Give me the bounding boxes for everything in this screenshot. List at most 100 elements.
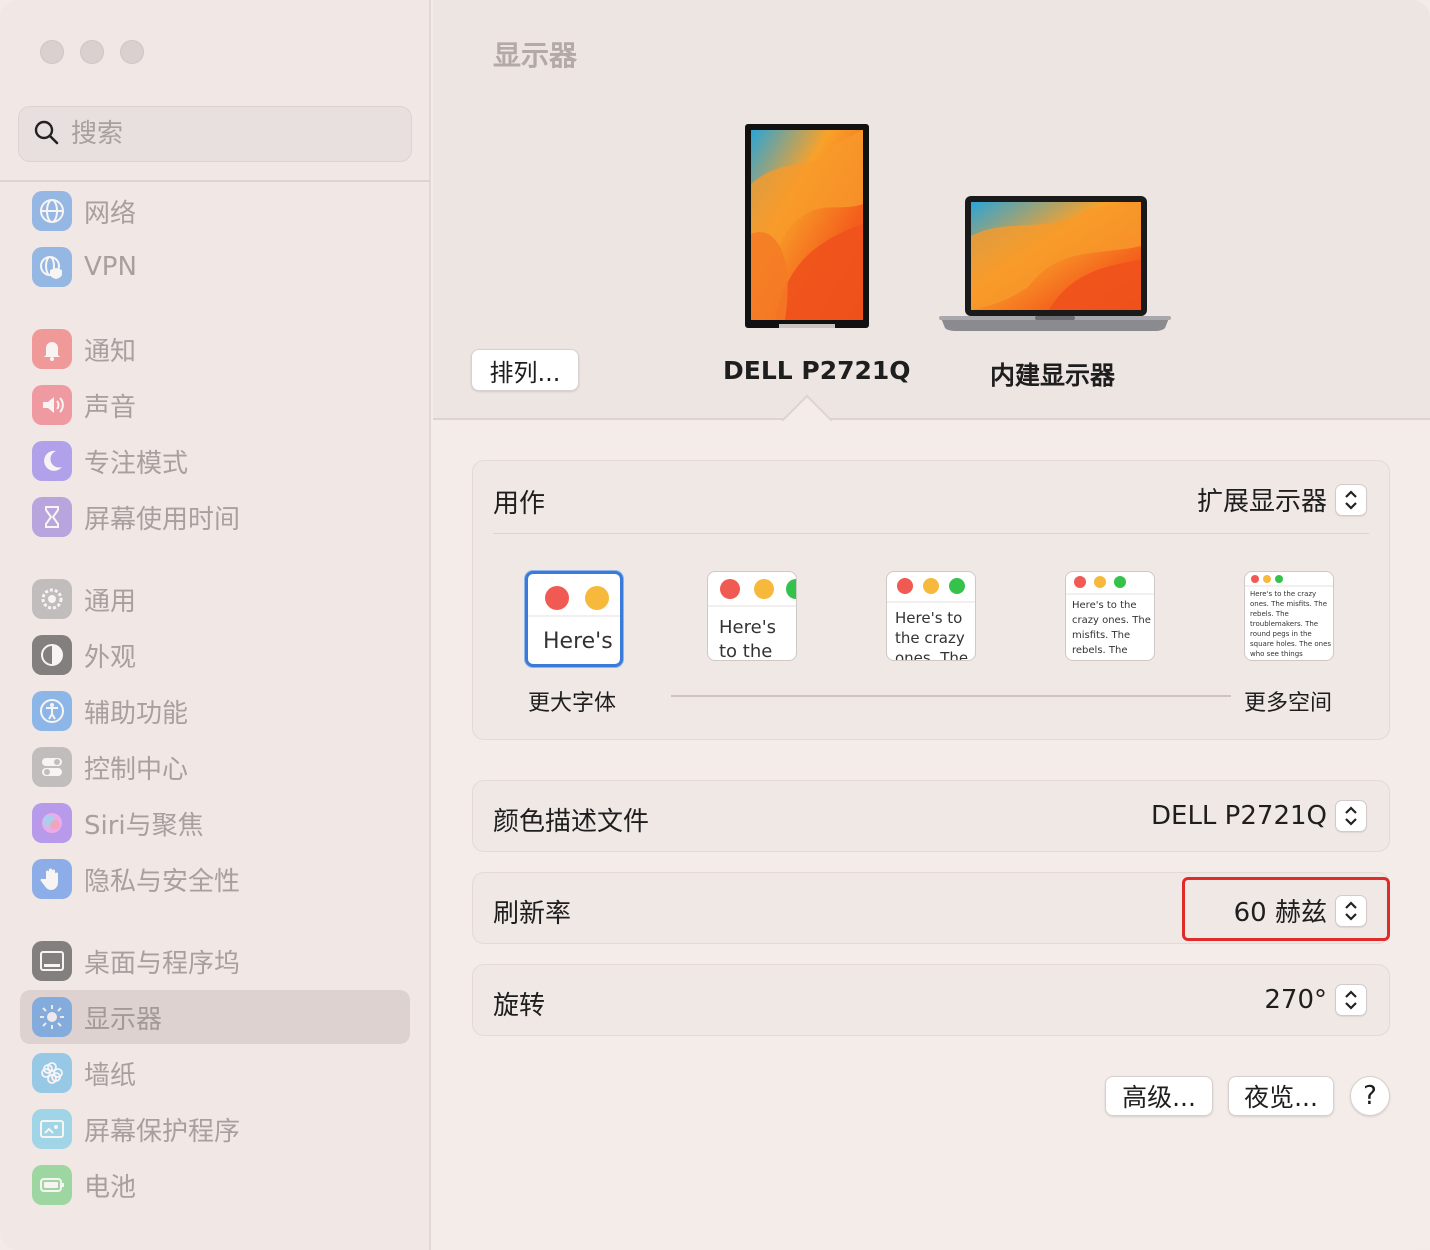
preview-text: Here's to the crazy ones. The misfits. T… — [895, 609, 969, 660]
arrange-button[interactable]: 排列... — [471, 349, 579, 391]
sidebar-item-appearance[interactable]: 外观 — [20, 628, 410, 682]
bell-icon — [32, 329, 72, 369]
macbook-image — [939, 196, 1171, 331]
up-down-chevron-icon — [1335, 800, 1367, 832]
resolution-option-1[interactable]: Here's to the crazy ones. The misfits. T… — [525, 571, 623, 667]
use-as-label: 用作 — [493, 489, 546, 519]
page-title: 显示器 — [493, 39, 578, 72]
display-name-dell[interactable]: DELL P2721Q — [723, 356, 911, 385]
accessibility-icon — [32, 691, 72, 731]
refresh-rate-value: 60 赫兹 — [1233, 898, 1327, 928]
search-input[interactable] — [71, 119, 371, 149]
dell-monitor-thumbnail[interactable] — [745, 124, 869, 328]
resolution-option-5[interactable]: Here's to the crazy ones. The misfits. T… — [1244, 571, 1334, 661]
gear-icon — [32, 579, 72, 619]
advanced-button[interactable]: 高级... — [1105, 1076, 1213, 1116]
color-profile-label: 颜色描述文件 — [493, 807, 650, 837]
card-divider — [493, 533, 1369, 534]
up-down-chevron-icon — [1335, 984, 1367, 1016]
sidebar-item-speaker[interactable]: 声音 — [20, 378, 410, 432]
sidebar-divider — [0, 180, 431, 182]
resolution-thumb: Here's to the crazy ones. The misfits. T… — [525, 571, 623, 667]
appearance-icon — [32, 635, 72, 675]
settings-window: 网络 VPN 通知声音专注模式屏幕使用时间通用外观辅助功能控制中心 Siri与聚焦隐私… — [0, 0, 1430, 1250]
sidebar-item-moon[interactable]: 专注模式 — [20, 434, 410, 488]
sidebar-item-hand[interactable]: 隐私与安全性 — [20, 852, 410, 906]
selection-pointer — [781, 394, 833, 446]
refresh-rate-popup[interactable]: 60 赫兹 — [1234, 892, 1367, 929]
sidebar-item-flower[interactable]: 墙纸 — [20, 1046, 410, 1100]
search-field[interactable] — [18, 106, 412, 162]
moon-icon — [32, 441, 72, 481]
color-profile-value: DELL P2721Q — [1151, 801, 1327, 831]
dell-monitor-image — [745, 124, 869, 328]
rotation-value: 270° — [1264, 985, 1327, 1015]
use-as-popup[interactable]: 扩展显示器 — [1197, 481, 1367, 518]
sidebar-item-label: 显示器 — [84, 1004, 163, 1035]
sidebar-item-label: 电池 — [84, 1172, 137, 1203]
sidebar-item-dock[interactable]: 桌面与程序坞 — [20, 934, 410, 988]
search-icon — [33, 119, 59, 149]
screensaver-icon — [32, 1109, 72, 1149]
resolution-slider-track[interactable] — [671, 695, 1231, 697]
resolution-thumb: Here's to the crazy ones. The misfits. T… — [707, 571, 797, 661]
hourglass-icon — [32, 497, 72, 537]
rotation-label: 旋转 — [493, 991, 546, 1021]
sidebar-item-network-globe[interactable]: 网络 — [20, 184, 410, 238]
zoom-button[interactable] — [120, 40, 144, 64]
preview-text: Here's to the crazy ones. The misfits. T… — [543, 629, 618, 654]
resolution-option-2[interactable]: Here's to the crazy ones. The misfits. T… — [707, 571, 797, 661]
sidebar-item-label: Siri与聚焦 — [84, 810, 204, 841]
sidebar-item-label: 网络 — [84, 198, 137, 229]
sidebar-item-screensaver[interactable]: 屏幕保护程序 — [20, 1102, 410, 1156]
resolution-option-4[interactable]: Here's to the crazy ones. The misfits. T… — [1065, 571, 1155, 661]
display-name-builtin[interactable]: 内建显示器 — [990, 356, 1115, 392]
sidebar-item-gear[interactable]: 通用 — [20, 572, 410, 626]
night-shift-button[interactable]: 夜览... — [1228, 1076, 1334, 1116]
sidebar: 网络 VPN 通知声音专注模式屏幕使用时间通用外观辅助功能控制中心 Siri与聚焦隐私… — [0, 0, 431, 1250]
help-button[interactable]: ? — [1350, 1076, 1390, 1116]
sidebar-item-hourglass[interactable]: 屏幕使用时间 — [20, 490, 410, 544]
sidebar-item-label: 隐私与安全性 — [84, 866, 241, 897]
larger-text-label: 更大字体 — [528, 691, 617, 716]
sidebar-item-accessibility[interactable]: 辅助功能 — [20, 684, 410, 738]
resolution-thumb: Here's to the crazy ones. The misfits. T… — [1244, 571, 1334, 661]
builtin-display-thumbnail[interactable] — [939, 196, 1171, 334]
resolution-thumb: Here's to the crazy ones. The misfits. T… — [886, 571, 976, 661]
refresh-rate-label: 刷新率 — [493, 899, 572, 929]
sidebar-item-label: VPN — [84, 252, 137, 282]
toggles-icon — [32, 747, 72, 787]
main-pane: 显示器 排列... DELL P2721Q 内建显示器 用作 扩展显示器 Her… — [433, 0, 1430, 1250]
sidebar-item-siri[interactable]: Siri与聚焦 — [20, 796, 410, 850]
sidebar-item-label: 辅助功能 — [84, 698, 189, 729]
preview-text: Here's to the crazy ones. The misfits. T… — [1250, 590, 1332, 658]
sidebar-item-toggles[interactable]: 控制中心 — [20, 740, 410, 794]
speaker-icon — [32, 385, 72, 425]
rotation-popup[interactable]: 270° — [1264, 984, 1367, 1016]
sidebar-item-label: 通知 — [84, 336, 137, 367]
sidebar-item-vpn-globe-shield[interactable]: VPN — [20, 240, 410, 294]
sidebar-item-label: 屏幕保护程序 — [84, 1116, 241, 1147]
rotation-card: 旋转 270° — [472, 964, 1390, 1036]
up-down-chevron-icon — [1335, 483, 1367, 516]
close-button[interactable] — [40, 40, 64, 64]
sidebar-item-label: 墙纸 — [84, 1060, 137, 1091]
flower-icon — [32, 1053, 72, 1093]
preview-text: Here's to the crazy ones. The misfits. T… — [719, 617, 777, 660]
siri-icon — [32, 803, 72, 843]
display-arrangement-area: 显示器 排列... DELL P2721Q 内建显示器 — [433, 0, 1430, 446]
sidebar-item-label: 桌面与程序坞 — [84, 948, 241, 979]
network-globe-icon — [32, 191, 72, 231]
sidebar-item-label: 控制中心 — [84, 754, 189, 785]
preview-text: Here's to the crazy ones. The misfits. T… — [1072, 600, 1151, 656]
sidebar-item-battery[interactable]: 电池 — [20, 1158, 410, 1212]
minimize-button[interactable] — [80, 40, 104, 64]
color-profile-popup[interactable]: DELL P2721Q — [1151, 800, 1367, 832]
sidebar-item-sun[interactable]: 显示器 — [20, 990, 410, 1044]
resolution-option-3[interactable]: Here's to the crazy ones. The misfits. T… — [886, 571, 976, 661]
sidebar-item-label: 屏幕使用时间 — [84, 504, 241, 535]
window-controls — [40, 40, 144, 64]
sidebar-item-bell[interactable]: 通知 — [20, 322, 410, 376]
sun-icon — [32, 997, 72, 1037]
sidebar-item-label: 外观 — [84, 642, 137, 673]
